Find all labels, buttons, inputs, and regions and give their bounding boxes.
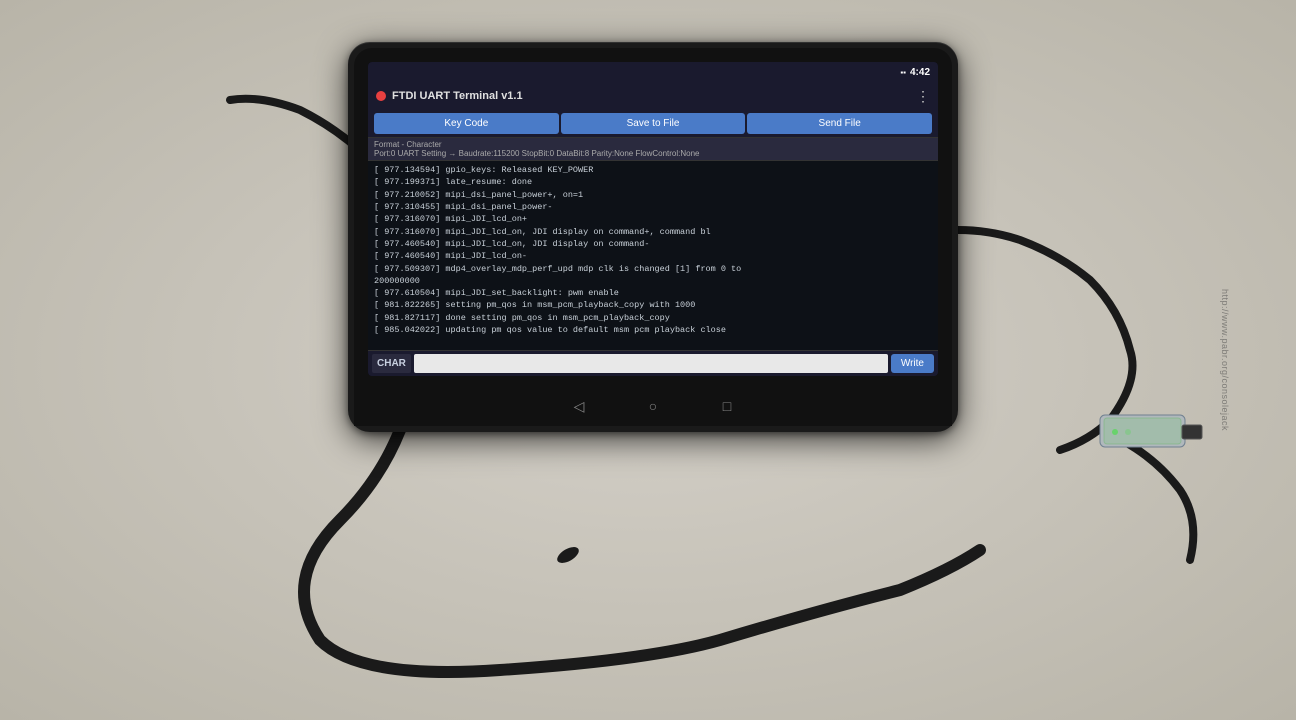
format-bar: Format - Character Port:0 UART Setting →… bbox=[368, 137, 938, 161]
status-icons: ▪▪ bbox=[900, 68, 906, 77]
log-line: [ 977.210052] mipi_dsi_panel_power+, on=… bbox=[374, 189, 932, 201]
log-line: [ 977.134594] gpio_keys: Released KEY_PO… bbox=[374, 164, 932, 176]
menu-button[interactable]: ⋮ bbox=[916, 88, 930, 105]
key-code-button[interactable]: Key Code bbox=[374, 113, 559, 134]
log-line: [ 977.199371] late_resume: done bbox=[374, 176, 932, 188]
app-title: FTDI UART Terminal v1.1 bbox=[392, 90, 523, 102]
app-status-dot bbox=[376, 91, 386, 101]
char-input[interactable] bbox=[414, 354, 888, 373]
send-file-button[interactable]: Send File bbox=[747, 113, 932, 134]
log-line: [ 977.310455] mipi_dsi_panel_power- bbox=[374, 201, 932, 213]
app-content: FTDI UART Terminal v1.1 ⋮ Key Code Save … bbox=[368, 82, 938, 376]
status-time: 4:42 bbox=[910, 67, 930, 78]
log-line: [ 977.610504] mipi_JDI_set_backlight: pw… bbox=[374, 287, 932, 299]
recents-button[interactable]: □ bbox=[715, 394, 739, 418]
port-info: Port:0 UART Setting → Baudrate:115200 St… bbox=[374, 149, 700, 158]
log-line: [ 981.827117] done setting pm_qos in msm… bbox=[374, 312, 932, 324]
app-titlebar: FTDI UART Terminal v1.1 ⋮ bbox=[368, 82, 938, 110]
screen: ▪▪ 4:42 FTDI UART Terminal v1.1 ⋮ Key Co… bbox=[368, 62, 938, 376]
log-line: [ 977.460540] mipi_JDI_lcd_on, JDI displ… bbox=[374, 238, 932, 250]
app-title-left: FTDI UART Terminal v1.1 bbox=[376, 90, 523, 102]
home-button[interactable]: ○ bbox=[641, 394, 665, 418]
log-line: [ 981.822265] setting pm_qos in msm_pcm_… bbox=[374, 299, 932, 311]
log-line: [ 977.316070] mipi_JDI_lcd_on+ bbox=[374, 213, 932, 225]
format-info: Format - Character Port:0 UART Setting →… bbox=[374, 140, 932, 158]
tablet-device: ▪▪ 4:42 FTDI UART Terminal v1.1 ⋮ Key Co… bbox=[348, 42, 958, 432]
input-mode-label: CHAR bbox=[372, 354, 411, 373]
log-line: [ 977.509307] mdp4_overlay_mdp_perf_upd … bbox=[374, 263, 932, 275]
log-line: [ 977.316070] mipi_JDI_lcd_on, JDI displ… bbox=[374, 226, 932, 238]
log-line: [ 977.460540] mipi_JDI_lcd_on- bbox=[374, 250, 932, 262]
android-nav-bar: ◁ ○ □ bbox=[354, 386, 952, 426]
format-label: Format - Character bbox=[374, 140, 442, 149]
save-to-file-button[interactable]: Save to File bbox=[561, 113, 746, 134]
status-bar: ▪▪ 4:42 bbox=[368, 62, 938, 82]
back-button[interactable]: ◁ bbox=[567, 394, 591, 418]
toolbar: Key Code Save to File Send File bbox=[368, 110, 938, 137]
log-line: [ 985.042022] updating pm qos value to d… bbox=[374, 324, 932, 336]
tablet-body: ▪▪ 4:42 FTDI UART Terminal v1.1 ⋮ Key Co… bbox=[354, 48, 952, 426]
log-line: 200000000 bbox=[374, 275, 932, 287]
terminal-log[interactable]: [ 977.134594] gpio_keys: Released KEY_PO… bbox=[368, 161, 938, 350]
battery-icon: ▪▪ bbox=[900, 68, 906, 77]
watermark: http://www.pabr.org/consolejack bbox=[1220, 289, 1230, 431]
input-area: CHAR Write bbox=[368, 350, 938, 376]
write-button[interactable]: Write bbox=[891, 354, 934, 373]
